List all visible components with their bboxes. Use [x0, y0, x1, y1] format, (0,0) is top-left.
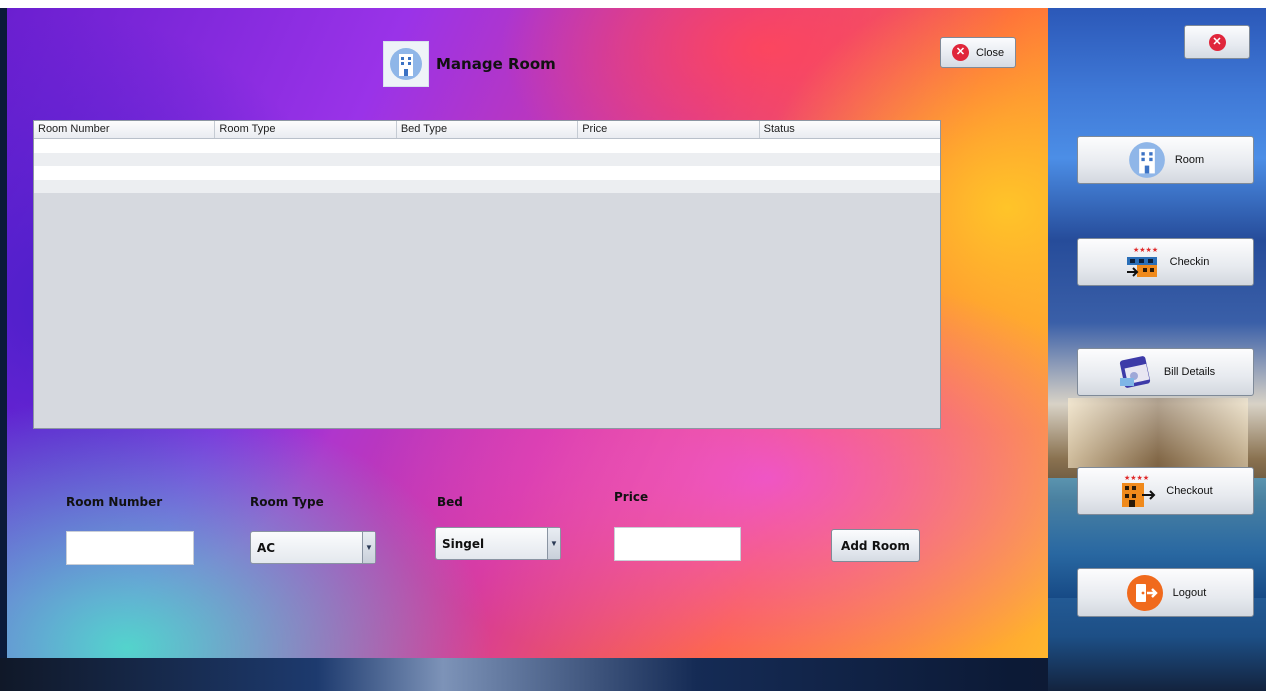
sidebar-item-bill-details[interactable]: Bill Details — [1077, 348, 1254, 396]
room-number-input[interactable] — [66, 531, 194, 565]
column-header-status[interactable]: Status — [760, 121, 940, 138]
sidebar-item-checkout[interactable]: ★★★★ Checkout — [1077, 467, 1254, 515]
building-icon — [383, 40, 429, 87]
sidebar-item-label: Room — [1174, 154, 1205, 166]
sidebar-item-room[interactable]: Room — [1077, 136, 1254, 184]
hotel-checkout-icon: ★★★★ — [1118, 471, 1158, 511]
sidebar-item-label: Logout — [1172, 586, 1207, 599]
close-button[interactable]: ✕ Close — [940, 37, 1016, 68]
sidebar-item-label: Bill Details — [1163, 366, 1216, 378]
room-number-label: Room Number — [66, 495, 163, 509]
bed-select[interactable]: Singel ▼ — [435, 527, 561, 560]
svg-text:★★★★: ★★★★ — [1124, 474, 1149, 482]
room-type-label: Room Type — [250, 495, 324, 509]
rooms-table[interactable]: Room Number Room Type Bed Type Price Sta… — [33, 120, 941, 429]
table-row[interactable] — [34, 166, 940, 180]
svg-text:★★★★: ★★★★ — [1133, 246, 1158, 254]
hotel-checkin-icon: ★★★★ — [1122, 242, 1162, 282]
bed-label: Bed — [437, 495, 463, 509]
table-row[interactable] — [34, 179, 940, 193]
column-header-room-number[interactable]: Room Number — [34, 121, 216, 138]
price-input[interactable] — [614, 527, 741, 561]
page-title-group: Manage Room — [383, 40, 556, 87]
price-label: Price — [614, 490, 649, 504]
column-header-price[interactable]: Price — [578, 121, 760, 138]
sidebar-item-label: Checkin — [1169, 256, 1210, 268]
table-row[interactable] — [34, 139, 940, 153]
bill-icon — [1116, 352, 1156, 392]
table-row[interactable] — [34, 152, 940, 166]
chevron-down-icon[interactable]: ▼ — [547, 528, 560, 559]
add-room-button[interactable]: Add Room — [831, 529, 920, 562]
close-icon: ✕ — [1208, 33, 1226, 51]
logout-icon — [1125, 573, 1165, 613]
sidebar-item-logout[interactable]: Logout — [1077, 568, 1254, 617]
close-icon: ✕ — [951, 44, 969, 61]
room-type-selected-value: AC — [257, 540, 276, 555]
sidebar-item-checkin[interactable]: ★★★★ Checkin — [1077, 238, 1254, 286]
table-header: Room Number Room Type Bed Type Price Sta… — [34, 121, 940, 139]
chevron-down-icon[interactable]: ▼ — [362, 532, 375, 563]
bed-selected-value: Singel — [442, 536, 485, 551]
column-header-bed-type[interactable]: Bed Type — [397, 121, 579, 138]
sidebar-item-label: Checkout — [1166, 485, 1213, 497]
column-header-room-type[interactable]: Room Type — [215, 121, 397, 138]
room-type-select[interactable]: AC ▼ — [250, 531, 376, 564]
top-strip — [0, 0, 1266, 8]
building-icon — [1127, 140, 1167, 180]
close-button-label: Close — [975, 46, 1005, 59]
sidebar-photo-lobby — [1068, 398, 1248, 468]
exit-button[interactable]: ✕ — [1184, 25, 1250, 59]
page-title: Manage Room — [436, 54, 556, 73]
